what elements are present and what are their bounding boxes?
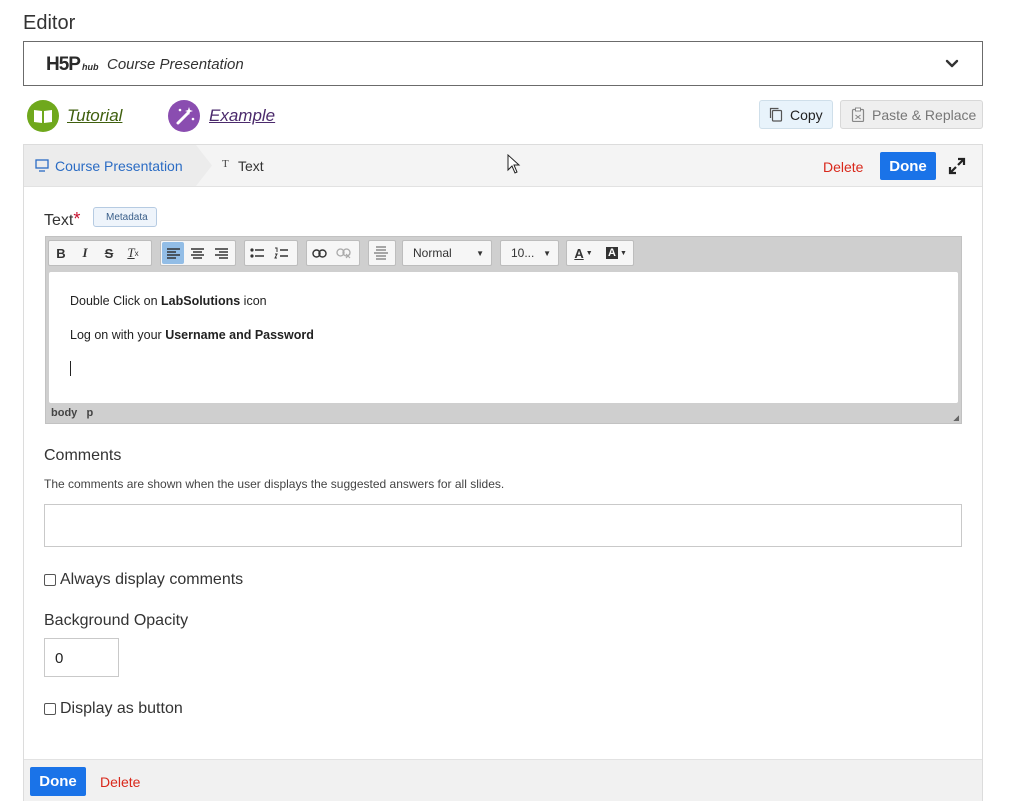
paste-replace-button[interactable]: Paste & Replace [840,100,983,129]
element-path: body p [51,407,93,419]
required-mark: * [73,209,81,229]
h5p-hub-logo: H5P hub [46,54,99,75]
form-header: Course Presentation T Text Delete Done [24,145,982,187]
link-icon[interactable] [308,242,330,264]
display-as-button-label[interactable]: Display as button [60,700,183,718]
copy-button[interactable]: Copy [759,100,833,129]
resize-handle[interactable] [953,415,959,421]
rich-text-editor: B I S Tx Normal ▼ 10... ▼ A ▼ A ▼ Double… [45,236,962,424]
display-as-button-option: Display as button [44,700,183,718]
example-link[interactable]: Example [209,106,275,126]
text-editor-area[interactable]: Double Click on LabSolutions icon Log on… [49,272,958,403]
breadcrumb-root-label[interactable]: Course Presentation [55,158,183,174]
content-type-selector[interactable]: H5P hub Course Presentation [23,41,983,86]
footer-done-button[interactable]: Done [30,767,86,796]
paste-replace-label: Paste & Replace [872,106,977,123]
always-display-comments-option: Always display comments [44,571,243,589]
text-field-label: Text* [44,209,81,229]
align-center-icon[interactable] [186,242,208,264]
background-opacity-input[interactable]: 0 [44,638,119,677]
background-color-icon[interactable]: A ▼ [603,242,631,264]
book-icon[interactable] [27,100,59,132]
chevron-down-icon[interactable] [942,54,962,74]
text-type-icon: T [222,158,229,170]
align-right-icon[interactable] [210,242,232,264]
bulleted-list-icon[interactable] [246,242,268,264]
copy-label: Copy [790,106,823,123]
always-display-comments-label[interactable]: Always display comments [60,571,243,589]
dropdown-arrow-icon: ▼ [543,248,551,258]
editor-heading: Editor [23,12,76,34]
delete-button[interactable]: Delete [823,159,863,175]
toolbar-group-rule [368,240,396,266]
font-size-select[interactable]: 10... ▼ [500,240,559,266]
comments-label: Comments [44,447,122,464]
font-size-select-value: 10... [511,246,535,260]
format-select-value: Normal [413,246,452,260]
toolbar-group-lists [244,240,298,266]
text-element-form: Course Presentation T Text Delete Done T… [23,144,983,801]
breadcrumb-current: Text [238,158,264,174]
unlink-icon[interactable] [332,242,354,264]
editor-paragraph-2: Log on with your Username and Password [70,328,314,342]
italic-button[interactable]: I [74,242,96,264]
toolbar-group-basic: B I S Tx [48,240,152,266]
horizontal-rule-icon[interactable] [370,242,392,264]
expand-icon[interactable] [947,156,967,176]
align-left-icon[interactable] [162,242,184,264]
path-body[interactable]: body [51,407,77,419]
mouse-pointer-icon [507,154,521,174]
done-button[interactable]: Done [880,152,936,180]
text-caret [70,361,71,376]
tutorial-link[interactable]: Tutorial [67,106,122,126]
display-as-button-checkbox[interactable] [44,703,56,715]
remove-format-button[interactable]: Tx [122,242,144,264]
background-opacity-label: Background Opacity [44,612,189,629]
form-footer: Done Delete [24,759,982,801]
content-type-title: Course Presentation [107,56,244,73]
comments-input[interactable] [44,504,962,547]
toolbar-group-colors: A ▼ A ▼ [566,240,634,266]
dropdown-arrow-icon: ▼ [476,248,484,258]
always-display-comments-checkbox[interactable] [44,574,56,586]
format-select[interactable]: Normal ▼ [402,240,492,266]
comments-description: The comments are shown when the user dis… [44,477,505,491]
toolbar-group-links [306,240,360,266]
clipboard-icon [851,107,865,122]
monitor-icon [35,159,49,172]
metadata-button[interactable]: Metadata [93,207,157,227]
numbered-list-icon[interactable] [270,242,292,264]
toolbar-group-align [160,240,236,266]
path-p[interactable]: p [86,407,93,419]
magic-wand-icon[interactable] [168,100,200,132]
editor-paragraph-1: Double Click on LabSolutions icon [70,294,267,308]
text-color-icon[interactable]: A ▼ [570,242,598,264]
footer-delete-button[interactable]: Delete [100,774,140,790]
strikethrough-button[interactable]: S [98,242,120,264]
copy-icon [769,107,783,122]
bold-button[interactable]: B [50,242,72,264]
